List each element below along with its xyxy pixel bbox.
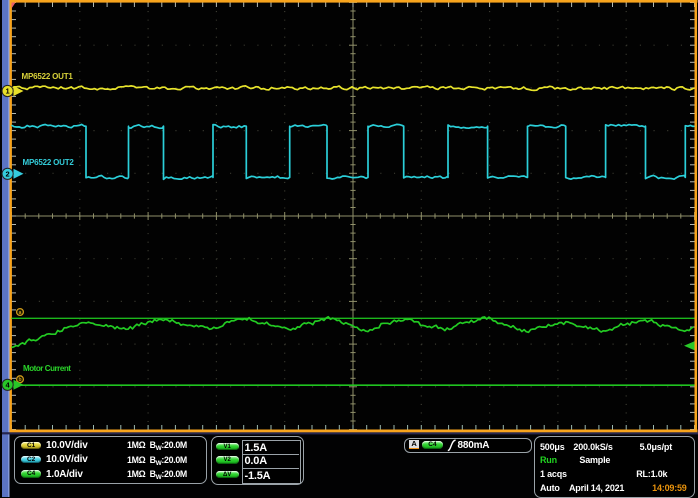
svg-text:1: 1 (6, 87, 10, 96)
svg-text:2: 2 (6, 169, 10, 178)
svg-text:b: b (18, 377, 21, 383)
svg-text:a: a (19, 310, 22, 316)
svg-text:MP6522 OUT1: MP6522 OUT1 (22, 72, 74, 81)
svg-text:MP6522 OUT2: MP6522 OUT2 (23, 158, 75, 167)
svg-text:Motor Current: Motor Current (23, 364, 71, 373)
